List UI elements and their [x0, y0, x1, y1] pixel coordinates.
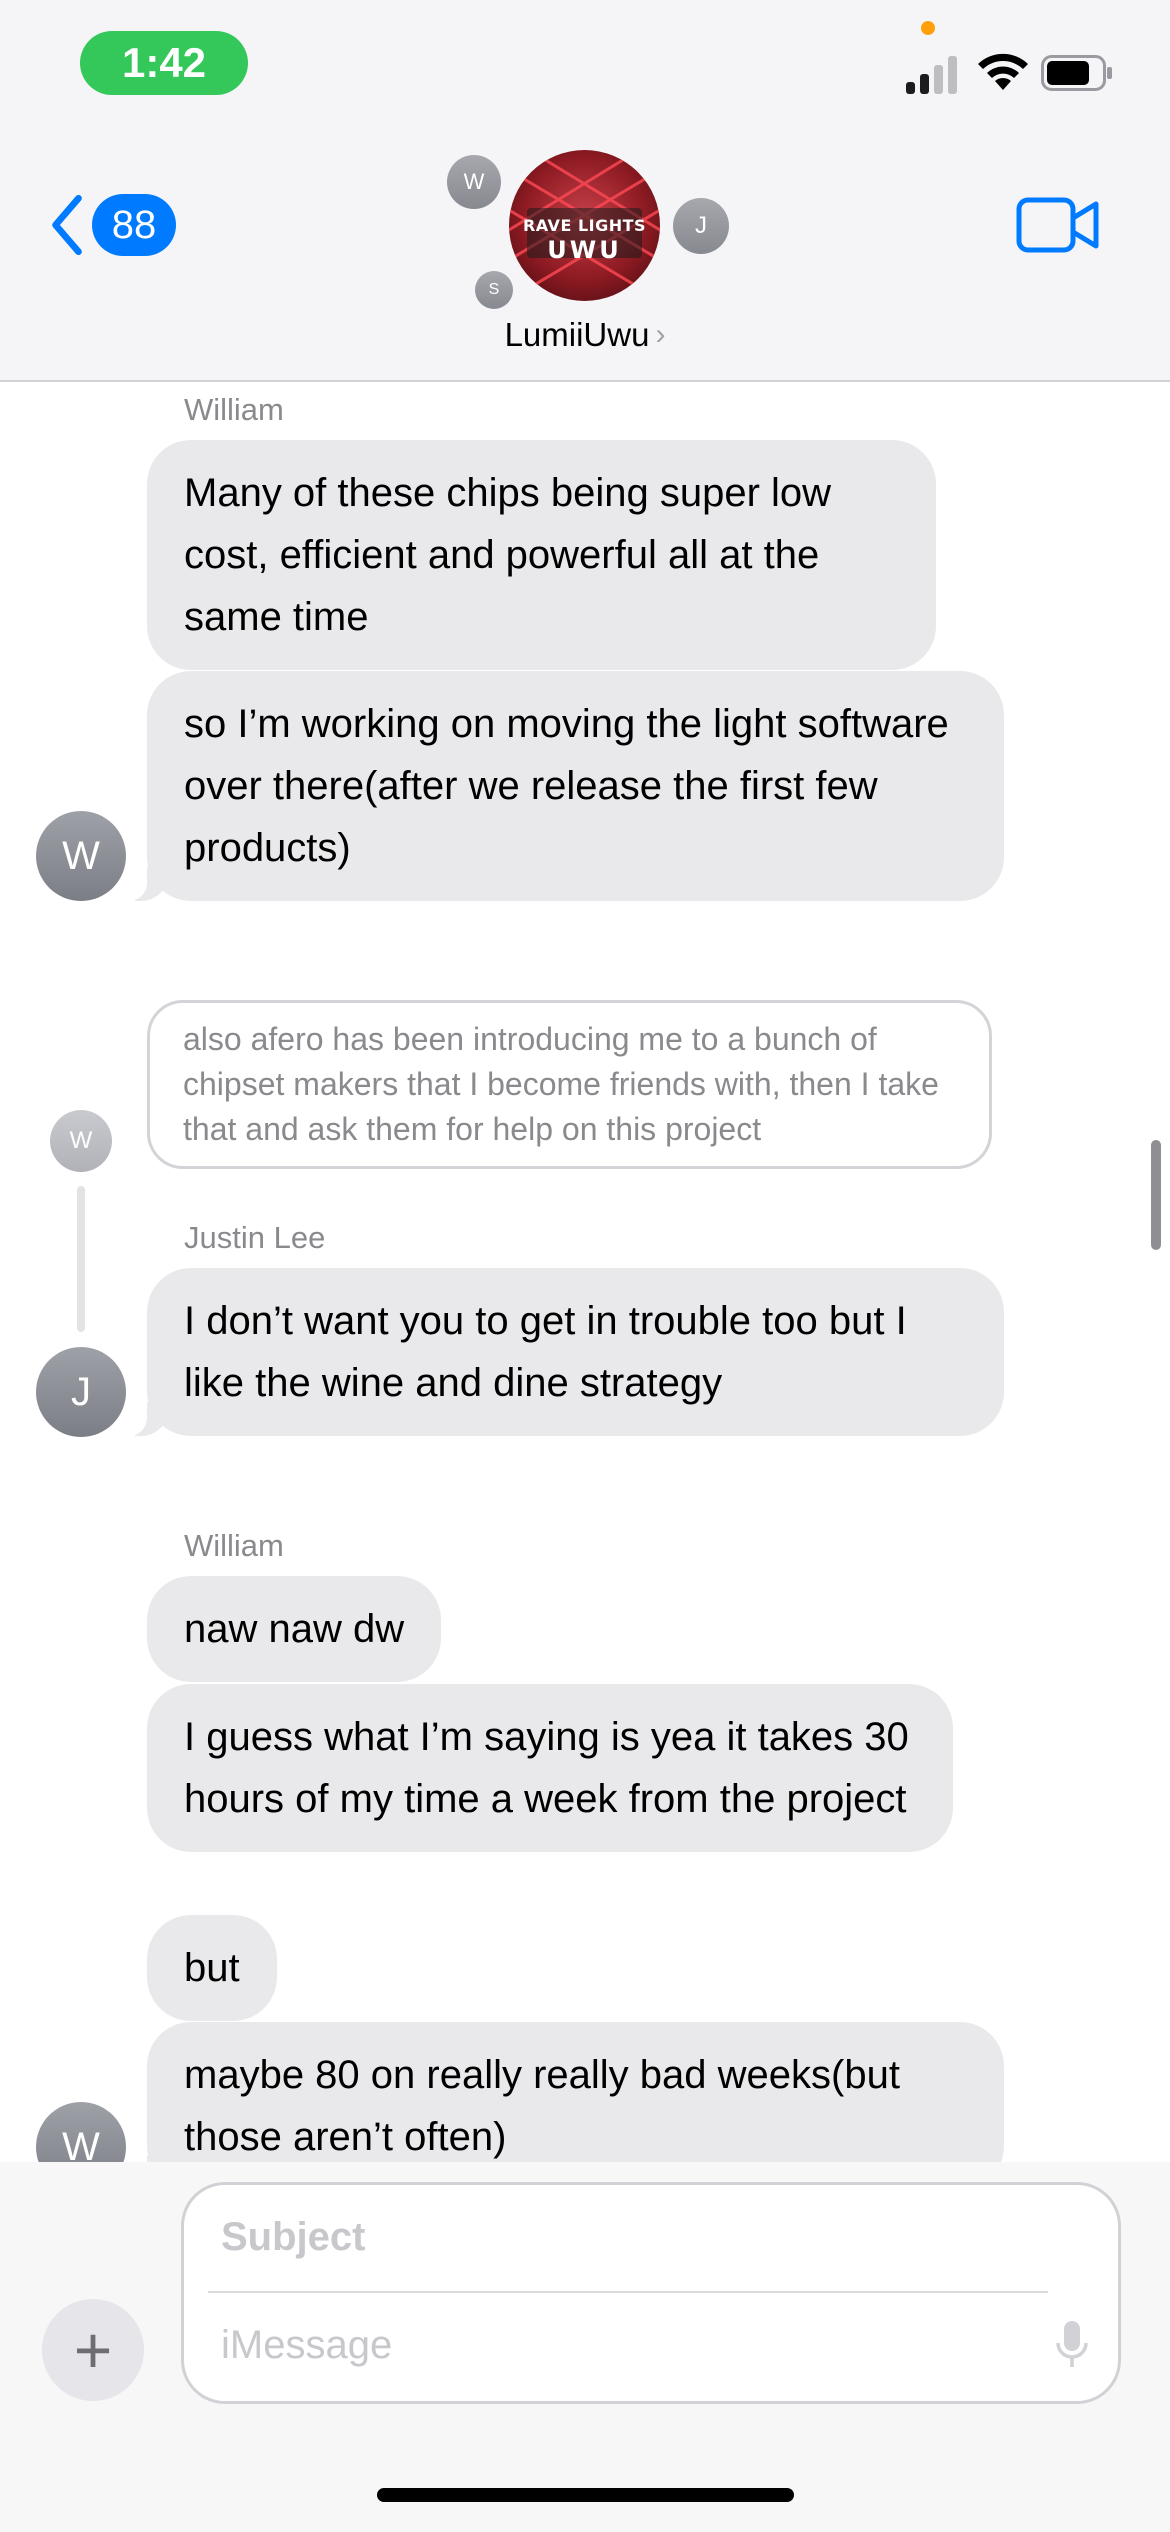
group-name-button[interactable]: LumiiUwu ›	[460, 313, 710, 357]
participant-avatar-w[interactable]: W	[447, 155, 501, 209]
sender-name: William	[184, 392, 284, 427]
message-bubble[interactable]: Many of these chips being super low cost…	[147, 440, 936, 670]
mic-in-use-indicator	[921, 21, 935, 35]
video-camera-icon[interactable]	[1016, 196, 1100, 254]
wifi-icon	[978, 53, 1028, 90]
participant-avatar-s[interactable]: S	[475, 271, 513, 309]
reply-quote-bubble[interactable]: also afero has been introducing me to a …	[147, 1000, 992, 1169]
sender-name: William	[184, 1528, 284, 1563]
unread-count-badge: 88	[92, 194, 176, 256]
sender-avatar[interactable]: J	[36, 1347, 126, 1437]
imessage-field[interactable]: iMessage	[221, 2323, 392, 2368]
message-bubble[interactable]: I guess what I’m saying is yea it takes …	[147, 1684, 953, 1852]
reply-thread-line	[77, 1186, 85, 1332]
scroll-indicator[interactable]	[1151, 1140, 1161, 1250]
back-button[interactable]: 88	[46, 189, 176, 261]
group-avatar-logo-top: RAVE LIGHTS	[522, 216, 647, 235]
participant-avatar-j[interactable]: J	[673, 198, 729, 254]
navigation-header: 1:42 88 W J S RAVE LIGHTS UWU LumiiUwu ›	[0, 0, 1170, 382]
composer-divider	[208, 2291, 1048, 2293]
chevron-right-icon: ›	[655, 318, 666, 351]
group-avatar-logo-bottom: UWU	[547, 236, 622, 264]
battery-icon	[1041, 55, 1112, 91]
cellular-signal-icon	[906, 52, 962, 94]
sender-avatar[interactable]: W	[36, 811, 126, 901]
status-time[interactable]: 1:42	[80, 31, 248, 95]
sender-name: Justin Lee	[184, 1220, 326, 1255]
group-name: LumiiUwu	[504, 316, 650, 353]
plus-icon[interactable]: +	[42, 2299, 144, 2401]
message-input-box[interactable]: Subject iMessage	[181, 2182, 1121, 2404]
message-bubble[interactable]: but	[147, 1915, 277, 2021]
home-indicator[interactable]	[377, 2488, 794, 2502]
message-bubble[interactable]: I don’t want you to get in trouble too b…	[123, 1268, 1004, 1436]
message-bubble[interactable]: naw naw dw	[147, 1576, 442, 1682]
message-bubble[interactable]: so I’m working on moving the light softw…	[123, 671, 1004, 901]
subject-field[interactable]: Subject	[221, 2215, 365, 2260]
chevron-left-icon	[52, 194, 82, 256]
reply-sender-avatar[interactable]: W	[50, 1110, 112, 1172]
group-avatar[interactable]: RAVE LIGHTS UWU	[509, 150, 660, 301]
microphone-icon[interactable]	[1054, 2317, 1090, 2373]
